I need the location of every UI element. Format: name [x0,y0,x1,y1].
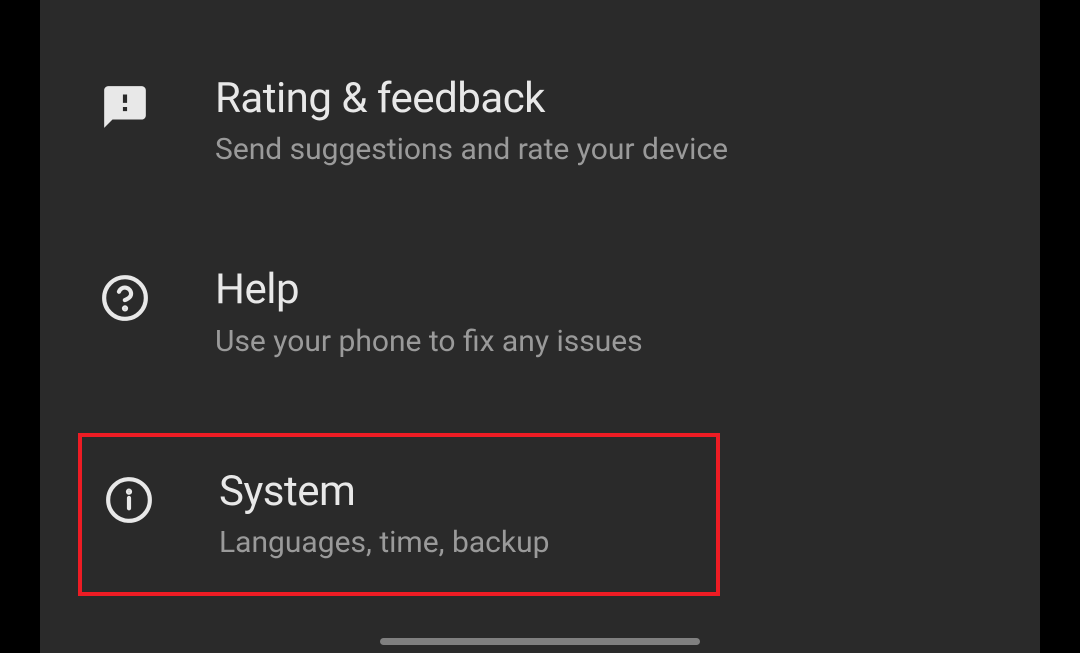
item-text-content: Help Use your phone to fix any issues [215,265,643,360]
item-title: Help [215,265,643,315]
settings-item-system[interactable]: System Languages, time, backup [78,433,720,596]
settings-item-rating-feedback[interactable]: Rating & feedback Send suggestions and r… [40,50,1040,193]
help-icon [100,273,150,323]
item-subtitle: Send suggestions and rate your device [215,130,728,169]
settings-screen: Rating & feedback Send suggestions and r… [40,0,1040,653]
item-title: System [219,467,549,517]
item-subtitle: Use your phone to fix any issues [215,322,643,361]
settings-item-help[interactable]: Help Use your phone to fix any issues [40,241,1040,384]
item-subtitle: Languages, time, backup [219,523,549,562]
feedback-icon [100,82,150,132]
info-icon [104,475,154,525]
settings-list: Rating & feedback Send suggestions and r… [40,0,1040,596]
item-text-content: Rating & feedback Send suggestions and r… [215,74,728,169]
scroll-indicator[interactable] [380,638,700,645]
item-title: Rating & feedback [215,74,728,124]
item-text-content: System Languages, time, backup [219,467,549,562]
